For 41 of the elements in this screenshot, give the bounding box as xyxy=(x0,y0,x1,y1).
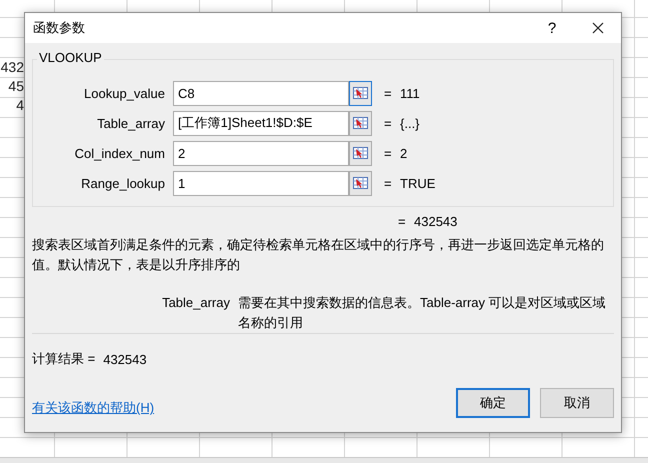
range-select-icon xyxy=(353,87,368,99)
range-select-button[interactable] xyxy=(349,140,372,166)
argument-result: 2 xyxy=(400,146,408,160)
equals-sign: = xyxy=(384,86,393,100)
function-name: VLOOKUP xyxy=(37,50,104,65)
argument-help-name: Table_array xyxy=(161,294,231,312)
range-select-button[interactable] xyxy=(349,110,372,136)
argument-field[interactable]: C8 xyxy=(173,80,349,106)
dialog-title: 函数参数 xyxy=(33,19,86,37)
range-select-icon xyxy=(353,117,368,129)
sheet-cell: 432 xyxy=(0,58,24,77)
equals-sign: = xyxy=(384,116,393,130)
argument-label: Col_index_num xyxy=(74,146,166,160)
argument-label: Range_lookup xyxy=(80,176,166,190)
argument-label: Table_array xyxy=(96,116,166,130)
argument-help-text: 需要在其中搜索数据的信息表。Table-array 可以是对区域或区域名称的引用 xyxy=(238,294,607,332)
argument-field[interactable]: 2 xyxy=(173,140,349,166)
argument-result: {...} xyxy=(400,116,420,130)
sheet-cell-text: 45 xyxy=(7,77,24,96)
dialog-button[interactable]: 取消 xyxy=(540,388,614,418)
argument-field[interactable]: 1 xyxy=(173,170,349,196)
range-select-icon xyxy=(353,177,368,189)
argument-result: TRUE xyxy=(400,176,436,190)
equals-sign: = xyxy=(384,146,393,160)
range-select-button[interactable] xyxy=(349,80,372,106)
sheet-cell-text: 4 xyxy=(15,96,24,115)
equals-sign: = xyxy=(398,214,407,228)
calc-result-label: 计算结果 = xyxy=(32,350,96,368)
formula-result: 432543 xyxy=(414,214,458,228)
argument-label: Lookup_value xyxy=(83,86,166,100)
equals-sign: = xyxy=(384,176,393,190)
close-icon xyxy=(592,22,604,34)
range-select-button[interactable] xyxy=(349,170,372,196)
range-select-icon xyxy=(353,147,368,159)
dialog-button[interactable]: 确定 xyxy=(456,388,530,418)
calc-result-value: 432543 xyxy=(103,352,147,366)
argument-result: 111 xyxy=(400,86,420,100)
argument-field[interactable]: [工作簿1]Sheet1!$D:$E xyxy=(173,110,349,136)
help-button[interactable]: ? xyxy=(529,20,575,36)
help-link[interactable]: 有关该函数的帮助(H) xyxy=(32,399,446,417)
function-description: 搜索表区域首列满足条件的元素，确定待检索单元格在区域中的行序号，再进一步返回选定单元格的值。默认情况下，表是以升序排序的 xyxy=(32,236,605,274)
